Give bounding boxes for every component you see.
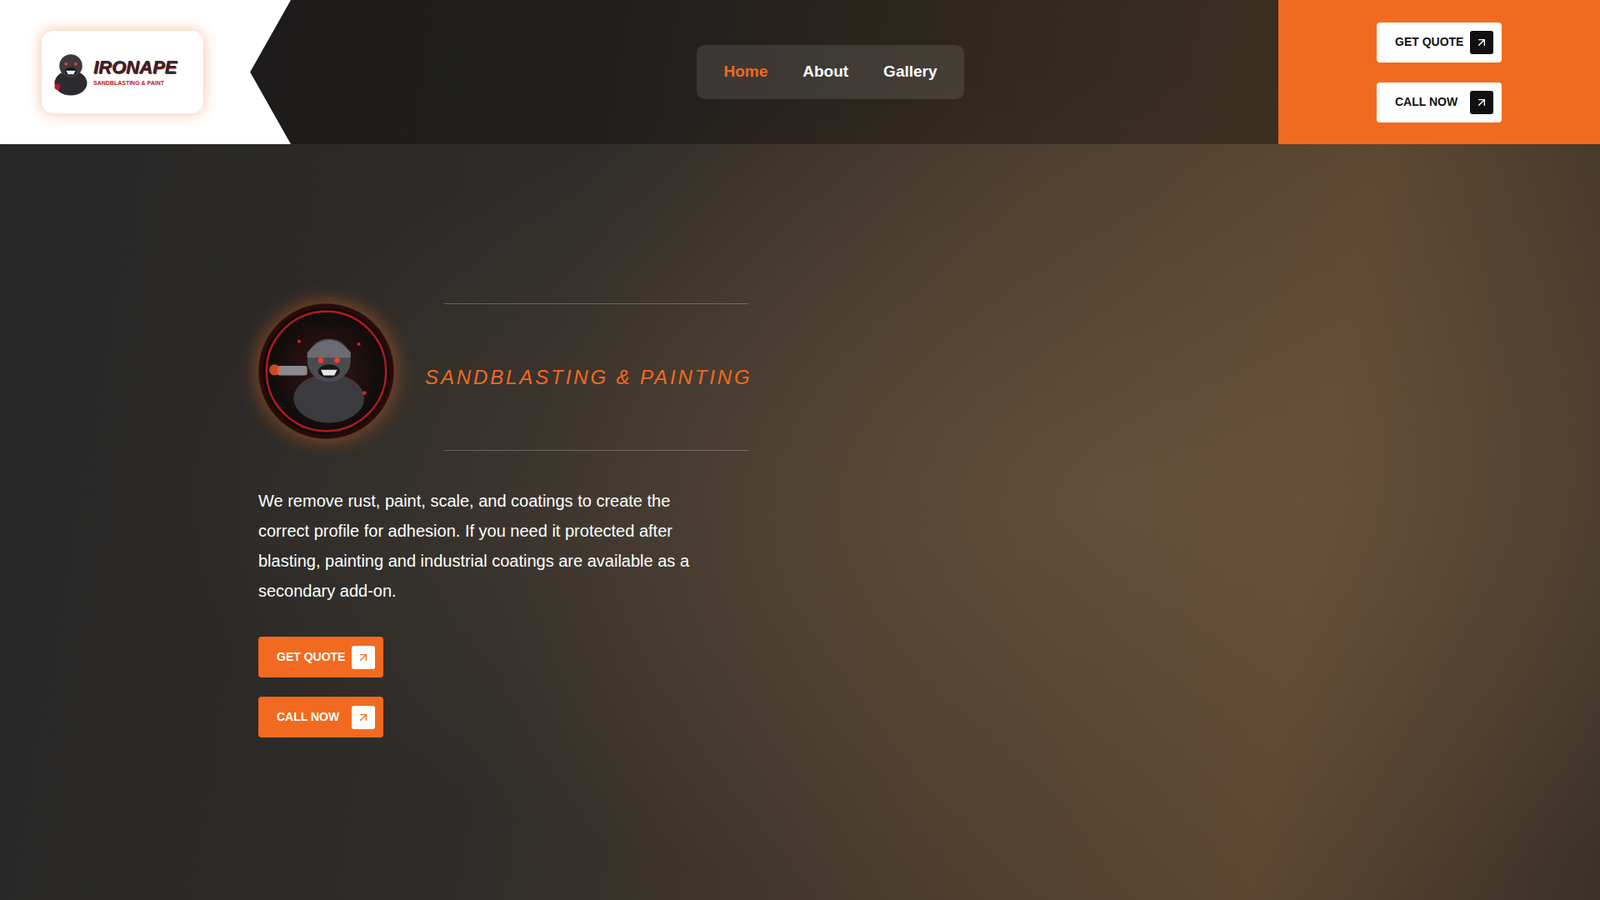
- arrow-icon: [351, 705, 375, 730]
- nav-item[interactable]: About: [802, 60, 849, 85]
- gorilla-logo-icon: [51, 48, 90, 97]
- header-cta-button[interactable]: GET QUOTE: [1376, 22, 1502, 63]
- arrow-icon: [1470, 90, 1494, 115]
- logo-name: IRONAPE: [93, 58, 177, 77]
- arrow-icon: [351, 645, 375, 670]
- nav-item[interactable]: Gallery: [883, 60, 937, 85]
- nav-item[interactable]: Home: [723, 60, 768, 85]
- divider-line: [444, 303, 749, 305]
- header-cta-button[interactable]: CALL NOW: [1376, 82, 1502, 123]
- hero-cta-button[interactable]: CALL NOW: [258, 696, 384, 738]
- hero: SANDBLASTING & PAINTING We remove rust, p…: [0, 144, 1600, 738]
- arrow-icon: [1470, 30, 1494, 55]
- hero-description: We remove rust, paint, scale, and coatin…: [258, 485, 700, 606]
- header: IRONAPE SANDBLASTING & PAINT Home About Gall…: [0, 0, 1600, 145]
- hero-title: SANDBLASTING & PAINTING: [425, 362, 753, 393]
- main-nav: Home About Gallery: [696, 45, 964, 100]
- hero-cta-button[interactable]: GET QUOTE: [258, 636, 384, 678]
- header-cta-panel: GET QUOTE CALL NOW: [1278, 0, 1600, 145]
- logo[interactable]: IRONAPE SANDBLASTING & PAINT: [41, 30, 204, 114]
- logo-tagline: SANDBLASTING & PAINT: [93, 80, 177, 86]
- page: IRONAPE SANDBLASTING & PAINT Home About Gall…: [0, 0, 1600, 900]
- gorilla-emblem-icon: [258, 303, 395, 440]
- logo-panel: IRONAPE SANDBLASTING & PAINT: [0, 0, 291, 145]
- divider-line: [444, 450, 749, 451]
